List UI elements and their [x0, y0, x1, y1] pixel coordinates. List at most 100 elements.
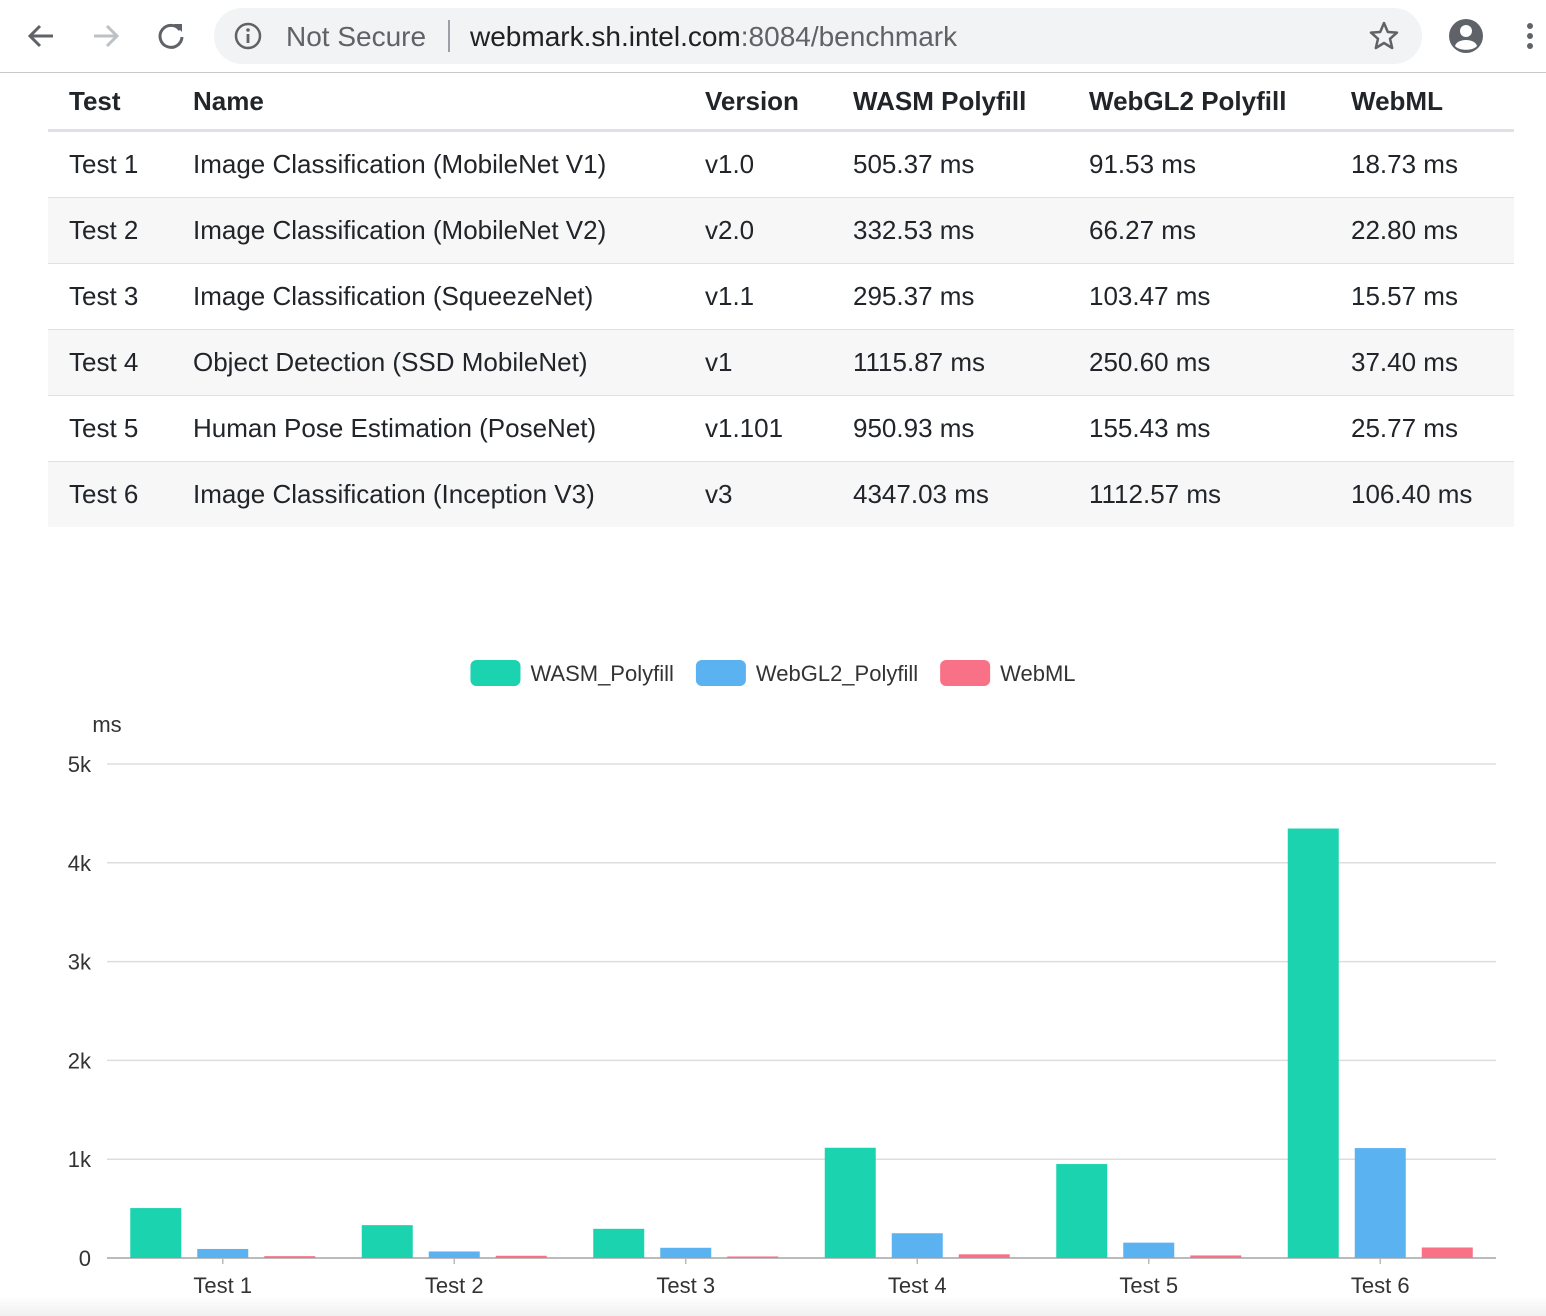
bar-webgl2-polyfill — [428, 1251, 480, 1258]
y-tick-label: 4k — [68, 851, 92, 876]
bar-wasm-polyfill — [824, 1147, 876, 1258]
bar-webml — [1190, 1255, 1242, 1258]
x-tick-label: Test 1 — [193, 1273, 252, 1298]
cell-test: Test 4 — [48, 329, 172, 396]
bar-webgl2-polyfill — [891, 1233, 943, 1258]
info-icon[interactable] — [234, 22, 262, 50]
cell-version: v1 — [684, 329, 832, 396]
url-text[interactable]: webmark.sh.intel.com:8084/benchmark — [470, 21, 957, 53]
bar-webml — [727, 1256, 779, 1258]
forward-button[interactable] — [84, 14, 128, 58]
table-row: Test 2 Image Classification (MobileNet V… — [48, 197, 1514, 264]
back-arrow-icon — [27, 24, 53, 48]
cell-version: v2.0 — [684, 197, 832, 264]
table-row: Test 6 Image Classification (Inception V… — [48, 461, 1514, 527]
cell-webml: 18.73 ms — [1330, 130, 1514, 198]
menu-button[interactable] — [1508, 14, 1546, 58]
cell-wasm: 505.37 ms — [832, 130, 1068, 198]
cell-test: Test 1 — [48, 130, 172, 198]
y-tick-label: 3k — [68, 950, 92, 975]
cell-test: Test 5 — [48, 395, 172, 462]
table-row: Test 3 Image Classification (SqueezeNet)… — [48, 263, 1514, 330]
profile-button[interactable] — [1444, 14, 1488, 58]
cell-webgl2: 155.43 ms — [1068, 395, 1330, 462]
cell-webgl2: 66.27 ms — [1068, 197, 1330, 264]
x-tick-label: Test 4 — [888, 1273, 947, 1298]
bookmark-star-icon[interactable] — [1368, 20, 1400, 52]
address-bar[interactable]: Not Secure webmark.sh.intel.com:8084/ben… — [214, 8, 1422, 64]
url-host: webmark.sh.intel.com — [470, 21, 741, 52]
bar-wasm-polyfill — [130, 1208, 182, 1258]
header-test: Test — [48, 74, 172, 132]
x-tick-label: Test 5 — [1119, 1273, 1178, 1298]
cell-webgl2: 91.53 ms — [1068, 130, 1330, 198]
address-separator — [448, 20, 450, 52]
bar-webml — [958, 1254, 1010, 1258]
reload-button[interactable] — [149, 14, 193, 58]
cell-name: Image Classification (MobileNet V1) — [172, 130, 684, 198]
legend-label: WebML — [1000, 661, 1075, 686]
cell-version: v1.0 — [684, 130, 832, 198]
cell-webgl2: 250.60 ms — [1068, 329, 1330, 396]
account-icon — [1449, 19, 1483, 53]
header-webml: WebML — [1330, 74, 1514, 132]
cell-wasm: 295.37 ms — [832, 263, 1068, 330]
y-axis-label: ms — [92, 712, 121, 737]
bar-wasm-polyfill — [1287, 828, 1339, 1258]
bar-webml — [264, 1256, 316, 1258]
browser-toolbar: Not Secure webmark.sh.intel.com:8084/ben… — [0, 0, 1546, 73]
header-name: Name — [172, 74, 684, 132]
bar-wasm-polyfill — [1056, 1164, 1108, 1258]
cell-webml: 25.77 ms — [1330, 395, 1514, 462]
y-tick-label: 0 — [79, 1246, 91, 1271]
cell-wasm: 1115.87 ms — [832, 329, 1068, 396]
legend-swatch — [470, 660, 521, 686]
cell-webml: 37.40 ms — [1330, 329, 1514, 396]
benchmark-chart: 0 1k 2k 3k 4k 5k ms Test 1 Test 2 Test 3 Test 4 Tes… — [0, 640, 1546, 1316]
y-tick-label: 5k — [68, 752, 92, 777]
cell-test: Test 6 — [48, 461, 172, 527]
bar-webgl2-polyfill — [660, 1247, 712, 1258]
cell-webml: 22.80 ms — [1330, 197, 1514, 264]
cell-version: v1.1 — [684, 263, 832, 330]
cell-wasm: 4347.03 ms — [832, 461, 1068, 527]
header-webgl2: WebGL2 Polyfill — [1068, 74, 1330, 132]
cell-wasm: 950.93 ms — [832, 395, 1068, 462]
x-tick-label: Test 3 — [656, 1273, 715, 1298]
y-tick-label: 2k — [68, 1048, 92, 1073]
y-tick-label: 1k — [68, 1147, 92, 1172]
table-header-row: Test Name Version WASM Polyfill WebGL2 P… — [48, 74, 1514, 132]
bar-webgl2-polyfill — [197, 1248, 249, 1258]
legend-swatch — [695, 660, 746, 686]
x-tick-label: Test 2 — [425, 1273, 484, 1298]
cell-version: v1.101 — [684, 395, 832, 462]
forward-arrow-icon — [94, 24, 120, 48]
table-row: Test 5 Human Pose Estimation (PoseNet) v… — [48, 395, 1514, 462]
cell-webml: 15.57 ms — [1330, 263, 1514, 330]
back-button[interactable] — [19, 14, 63, 58]
cell-name: Object Detection (SSD MobileNet) — [172, 329, 684, 396]
legend-label: WebGL2_Polyfill — [756, 661, 918, 686]
bar-webgl2-polyfill — [1123, 1242, 1175, 1258]
reload-icon — [158, 23, 184, 49]
cell-name: Image Classification (MobileNet V2) — [172, 197, 684, 264]
cell-name: Human Pose Estimation (PoseNet) — [172, 395, 684, 462]
table-row: Test 4 Object Detection (SSD MobileNet) … — [48, 329, 1514, 396]
cell-test: Test 2 — [48, 197, 172, 264]
cell-name: Image Classification (Inception V3) — [172, 461, 684, 527]
table-row: Test 1 Image Classification (MobileNet V… — [48, 130, 1514, 198]
bar-webgl2-polyfill — [1354, 1148, 1406, 1258]
results-table: Test Name Version WASM Polyfill WebGL2 P… — [48, 74, 1514, 527]
bar-wasm-polyfill — [361, 1225, 413, 1258]
header-version: Version — [684, 74, 832, 132]
bar-chart-svg: 0 1k 2k 3k 4k 5kms Test 1 Test 2 Test 3 Test 4 Tes… — [68, 660, 1496, 1298]
more-vertical-icon — [1527, 23, 1533, 49]
cell-webml: 106.40 ms — [1330, 461, 1514, 527]
legend-swatch — [940, 660, 991, 686]
bar-webml — [1421, 1247, 1473, 1258]
cell-name: Image Classification (SqueezeNet) — [172, 263, 684, 330]
bar-webml — [495, 1255, 547, 1258]
header-wasm: WASM Polyfill — [832, 74, 1068, 132]
cell-webgl2: 1112.57 ms — [1068, 461, 1330, 527]
security-label[interactable]: Not Secure — [286, 21, 426, 53]
